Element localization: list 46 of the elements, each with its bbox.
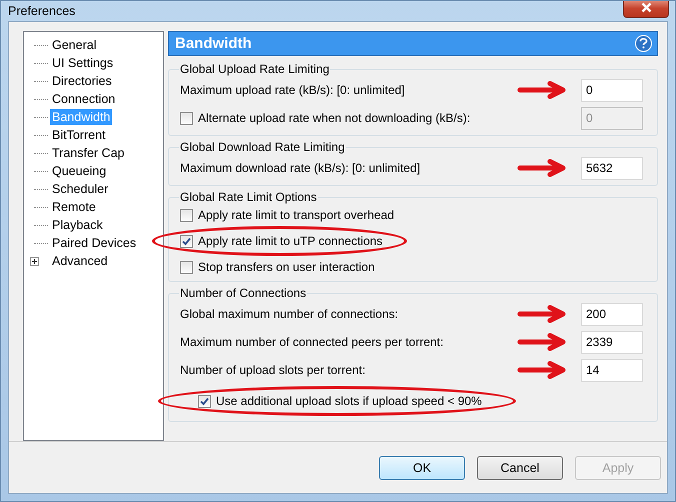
number-field[interactable]: 5632 [581,156,643,180]
checkbox-label: Apply rate limit to transport overhead [198,208,394,222]
checkbox-label: Apply rate limit to uTP connections [198,234,383,248]
window-title: Preferences [8,4,76,18]
tree-item[interactable]: General [50,37,98,53]
checkmark-icon [200,396,209,406]
number-field[interactable]: 200 [581,302,643,326]
checkbox[interactable] [198,394,211,408]
dialog-button[interactable]: OK [379,456,465,480]
checkbox[interactable] [180,260,193,274]
section-title: Bandwidth [175,35,252,52]
field-label: Maximum number of connected peers per torrent: [180,335,444,349]
number-field[interactable]: 0 [581,78,643,102]
tree-item[interactable]: Queueing [50,163,108,179]
checkmark-icon [182,236,191,246]
tree-item[interactable]: Transfer Cap [50,145,126,161]
field-label: Maximum download rate (kB/s): [0: unlimited] [180,161,420,175]
help-button[interactable] [635,35,652,52]
expand-icon[interactable] [30,256,39,266]
tree-item[interactable]: Remote [50,199,98,215]
checkbox-label: Alternate upload rate when not downloading (kB/s): [198,111,470,125]
group-title: Number of Connections [179,287,308,300]
number-field[interactable]: 2339 [581,330,643,354]
tree-item[interactable]: Connection [50,91,118,107]
field-label: Number of upload slots per torrent: [180,363,366,377]
question-mark-icon [639,38,648,49]
checkbox[interactable] [180,208,193,222]
tree-item[interactable]: Directories [50,73,114,89]
tree-item[interactable]: Advanced [50,253,110,269]
group-title: Global Upload Rate Limiting [179,63,330,76]
tree-item[interactable]: UI Settings [50,55,116,71]
tree-item[interactable]: Playback [50,217,105,233]
dialog-button[interactable]: Cancel [477,456,563,480]
tree-item[interactable]: Scheduler [50,181,110,197]
field-label: Global maximum number of connections: [180,307,398,321]
checkbox[interactable] [180,234,193,248]
tree-item[interactable]: BitTorrent [50,127,108,143]
number-field[interactable]: 14 [581,358,643,382]
checkbox-label: Use additional upload slots if upload speed < 90% [216,394,482,408]
close-icon [640,2,652,12]
checkbox-label: Stop transfers on user interaction [198,260,375,274]
tree-item[interactable]: Paired Devices [50,235,138,251]
field-label: Maximum upload rate (kB/s): [0: unlimited] [180,83,405,97]
group-title: Global Rate Limit Options [179,191,318,204]
group-title: Global Download Rate Limiting [179,141,346,154]
close-button[interactable] [623,1,669,18]
